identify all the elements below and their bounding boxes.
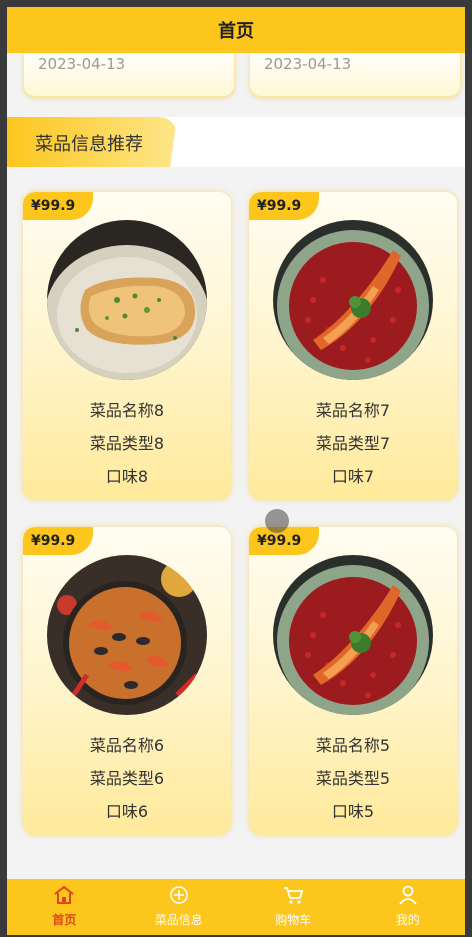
tab-cart-label: 购物车 xyxy=(275,913,312,927)
dish-icon xyxy=(168,885,190,909)
dish-card[interactable]: ¥99.9 菜品名称5 菜品类型5 口味5 xyxy=(249,527,457,835)
price-tag: ¥99.9 xyxy=(249,527,319,555)
app-screen: 首页 2023-04-13 2023-04-13 菜品信息推荐 ¥99.9 菜品… xyxy=(7,7,465,935)
lobster-chili-plate-image xyxy=(273,555,433,715)
tab-home-label: 首页 xyxy=(52,913,77,927)
dish-card[interactable]: ¥99.9 菜品名称6 菜品类型6 口味6 xyxy=(23,527,231,835)
dish-name: 菜品名称8 xyxy=(89,401,165,420)
seafood-paella-pan-image xyxy=(47,555,207,715)
tab-profile-label: 我的 xyxy=(395,913,420,927)
fried-tofu-plate-image xyxy=(47,220,207,380)
tab-cart[interactable]: 购物车 xyxy=(236,879,351,935)
dish-type: 菜品类型6 xyxy=(89,769,165,788)
dish-card[interactable]: ¥99.9 菜品名称8 菜品类型8 口味8 xyxy=(23,192,231,500)
dish-card[interactable]: ¥99.9 菜品名称7 菜品类型7 口味7 xyxy=(249,192,457,500)
tab-profile[interactable]: 我的 xyxy=(351,879,466,935)
dish-type: 菜品类型7 xyxy=(315,434,391,453)
dish-name: 菜品名称6 xyxy=(89,736,165,755)
price-tag: ¥99.9 xyxy=(23,527,93,555)
cart-icon xyxy=(282,885,304,909)
home-icon xyxy=(53,885,75,909)
lobster-chili-plate-image xyxy=(273,220,433,380)
price-tag: ¥99.9 xyxy=(23,192,93,220)
touch-indicator xyxy=(265,509,289,533)
section-header: 菜品信息推荐 xyxy=(7,117,465,167)
tab-dish-info[interactable]: 菜品信息 xyxy=(122,879,237,935)
dish-name: 菜品名称5 xyxy=(315,736,391,755)
tab-dish-info-label: 菜品信息 xyxy=(154,913,203,927)
dish-type: 菜品类型5 xyxy=(315,769,391,788)
section-title: 菜品信息推荐 xyxy=(35,134,143,155)
dish-name: 菜品名称7 xyxy=(315,401,391,420)
page-title: 首页 xyxy=(218,21,254,42)
bottom-tab-bar: 首页 菜品信息 购物车 我的 xyxy=(7,879,465,935)
dish-taste: 口味5 xyxy=(331,802,375,821)
dish-type: 菜品类型8 xyxy=(89,434,165,453)
tab-home[interactable]: 首页 xyxy=(7,879,122,935)
top-navigation-bar: 首页 xyxy=(7,7,465,53)
dish-taste: 口味7 xyxy=(331,467,375,486)
section-title-tab: 菜品信息推荐 xyxy=(7,117,177,167)
dish-taste: 口味8 xyxy=(105,467,149,486)
price-tag: ¥99.9 xyxy=(249,192,319,220)
news-card-date: 2023-04-13 xyxy=(264,55,352,73)
dish-taste: 口味6 xyxy=(105,802,149,821)
user-icon xyxy=(397,885,419,909)
news-card-date: 2023-04-13 xyxy=(38,55,126,73)
